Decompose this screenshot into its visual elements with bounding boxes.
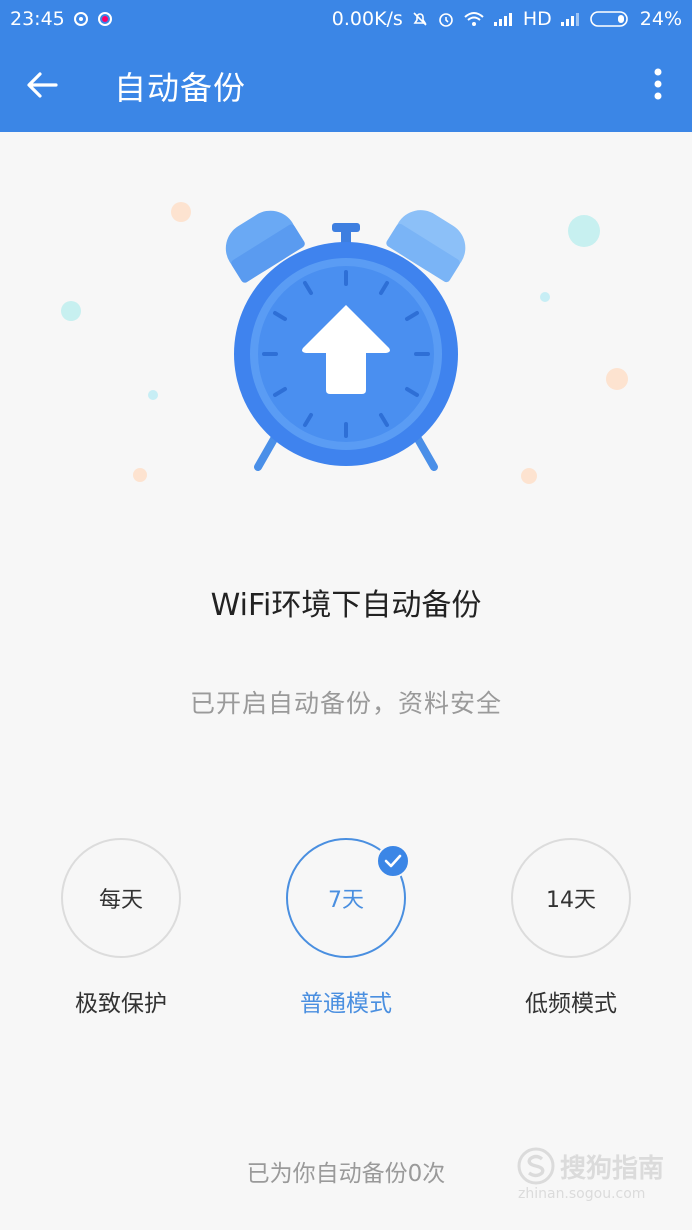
- watermark-url: zhinan.sogou.com: [518, 1186, 646, 1202]
- subline: 已开启自动备份，资料安全: [189, 689, 502, 718]
- watermark: 搜狗指南 zhinan.sogou.com: [514, 1144, 684, 1208]
- page-title: 自动备份: [114, 69, 247, 107]
- app-bar: 自动备份: [0, 38, 692, 132]
- option-circle[interactable]: 每天: [61, 838, 181, 958]
- signal-icon-2: [560, 11, 582, 27]
- option-14days[interactable]: 14天 低频模式: [509, 838, 633, 1018]
- arrow-left-icon: [27, 72, 58, 98]
- option-7days[interactable]: 7天 普通模式: [284, 838, 410, 1018]
- battery-icon: [589, 10, 632, 28]
- check-icon: [376, 844, 410, 878]
- option-label: 普通模式: [300, 991, 392, 1017]
- battery-level: 24%: [639, 8, 682, 30]
- wifi-icon: [463, 10, 485, 28]
- hd-label: HD: [522, 8, 552, 30]
- back-button[interactable]: [22, 62, 62, 108]
- status-bar: 23:45 0.00K/s HD 24%: [0, 0, 692, 38]
- option-value: 每天: [98, 888, 143, 913]
- headline: WiFi环境下自动备份: [210, 588, 482, 623]
- alarm-clock-upload-icon: [0, 132, 692, 532]
- status-time: 23:45: [10, 8, 65, 30]
- option-value: 7天: [328, 888, 364, 913]
- app-notification-icon: [73, 11, 89, 27]
- alarm-icon: [437, 10, 455, 28]
- watermark-text: 搜狗指南: [560, 1154, 665, 1184]
- more-vertical-icon: [654, 68, 662, 100]
- network-speed: 0.00K/s: [331, 8, 403, 30]
- option-circle[interactable]: 14天: [511, 838, 631, 958]
- more-options-button[interactable]: [650, 64, 666, 104]
- option-value: 14天: [546, 888, 596, 913]
- option-daily[interactable]: 每天 极致保护: [59, 838, 183, 1018]
- app-notification-icon-2: [97, 11, 113, 27]
- option-label: 低频模式: [525, 991, 617, 1017]
- signal-icon: [493, 11, 515, 27]
- option-circle-selected[interactable]: 7天: [286, 838, 410, 958]
- option-label: 极致保护: [75, 991, 167, 1017]
- sogou-logo-icon: [517, 1147, 555, 1185]
- mute-icon: [411, 10, 429, 28]
